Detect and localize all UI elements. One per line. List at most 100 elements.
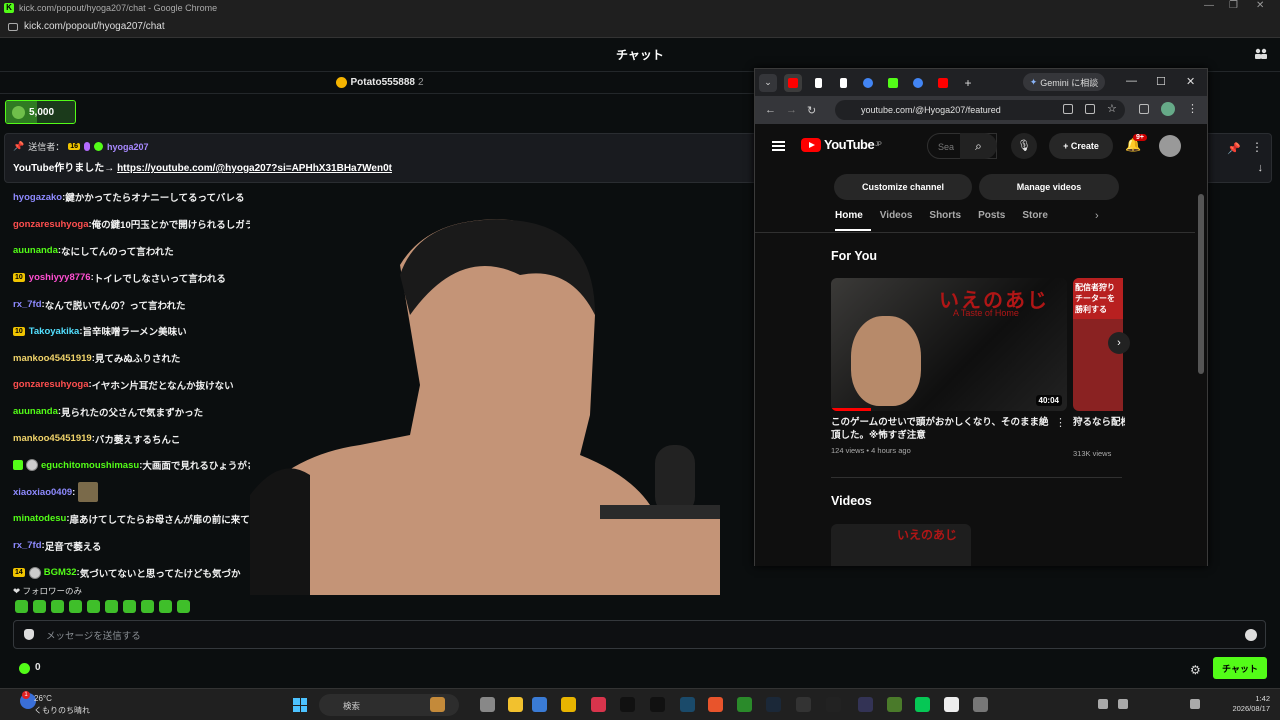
tab-kick[interactable] <box>884 74 902 92</box>
tab-store[interactable]: Store <box>1022 210 1056 231</box>
video-menu-icon[interactable]: ⋮ <box>1055 416 1066 429</box>
chat-username[interactable]: rx_7fd <box>13 540 42 551</box>
emote-6[interactable] <box>105 600 118 613</box>
emote-2[interactable] <box>33 600 46 613</box>
taskbar-file-explorer-icon[interactable] <box>508 697 523 712</box>
pinned-user[interactable]: hyoga207 <box>107 142 149 152</box>
mic-tray-icon[interactable] <box>1118 699 1128 709</box>
chat-username[interactable]: rx_7fd <box>13 299 42 310</box>
new-tab-icon[interactable]: + <box>959 74 977 92</box>
chat-username[interactable]: gonzaresuhyoga <box>13 219 89 230</box>
yt-url[interactable]: youtube.com/@Hyoga207/featured <box>861 105 1001 115</box>
yt-minimize-icon[interactable]: — <box>1126 75 1137 87</box>
install-icon[interactable] <box>1085 104 1095 114</box>
emote-8[interactable] <box>141 600 154 613</box>
unpin-icon[interactable]: 📌 <box>1227 142 1241 155</box>
video-title-2[interactable]: 狩るなら配様に狩らね <box>1073 416 1125 429</box>
taskbar-app-9-icon[interactable] <box>944 697 959 712</box>
site-info-icon[interactable] <box>8 22 18 31</box>
emote-3[interactable] <box>51 600 64 613</box>
profile-icon[interactable] <box>1161 102 1175 116</box>
maximize-icon[interactable]: ❐ <box>1229 0 1238 11</box>
taskbar-tiktok-icon[interactable] <box>620 697 635 712</box>
top-gifter-name[interactable]: Potato555888 <box>350 77 414 88</box>
taskbar-app-7-icon[interactable] <box>826 697 841 712</box>
reload-icon[interactable]: ↻ <box>807 104 816 117</box>
close-icon[interactable]: ✕ <box>1256 0 1264 11</box>
taskbar-app-1-icon[interactable] <box>532 697 547 712</box>
more-options-icon[interactable]: ⋮ <box>1251 140 1263 154</box>
account-avatar[interactable] <box>1159 135 1181 157</box>
chat-username[interactable]: mankoo45451919 <box>13 353 92 364</box>
tab-shorts[interactable]: Shorts <box>929 210 969 231</box>
taskbar-task-view-icon[interactable] <box>480 697 495 712</box>
back-icon[interactable]: ← <box>765 104 776 116</box>
emote-5[interactable] <box>87 600 100 613</box>
emote-10[interactable] <box>177 600 190 613</box>
chat-username[interactable]: xiaoxiao0409 <box>13 487 72 498</box>
tab-videos[interactable]: Videos <box>880 210 921 231</box>
forward-icon[interactable]: → <box>786 104 797 116</box>
taskbar-app-3-icon[interactable] <box>650 697 665 712</box>
taskbar-search-label[interactable]: 検索 <box>343 701 360 711</box>
address-bar[interactable]: kick.com/popout/hyoga207/chat <box>0 16 1280 38</box>
taskbar-app-2-icon[interactable] <box>591 697 606 712</box>
network-icon[interactable] <box>1098 699 1108 709</box>
chat-username[interactable]: Takoyakika <box>29 326 80 337</box>
video-thumbnail-3[interactable]: いえのあじ <box>831 524 971 566</box>
taskbar-widgets-icon[interactable] <box>430 697 445 712</box>
weather-condition[interactable]: くもりのち晴れ <box>34 705 90 716</box>
send-chat-button[interactable]: チャット <box>1213 657 1267 679</box>
carousel-next-icon[interactable]: › <box>1108 332 1130 354</box>
chat-username[interactable]: auunanda <box>13 245 58 256</box>
tab-home[interactable]: Home <box>835 210 871 231</box>
menu-icon[interactable]: ⋮ <box>1187 102 1198 115</box>
taskbar-minecraft-icon[interactable] <box>887 697 902 712</box>
chat-username[interactable]: auunanda <box>13 406 58 417</box>
weather-temp[interactable]: 26°C <box>34 694 52 703</box>
taskbar-line-icon[interactable] <box>915 697 930 712</box>
gemini-button[interactable]: ✦ Gemini に相談 <box>1023 73 1105 91</box>
tab-tiktok-1[interactable] <box>809 74 827 92</box>
yt-maximize-icon[interactable]: ☐ <box>1156 75 1166 88</box>
taskbar-app-6-icon[interactable] <box>796 697 811 712</box>
tab-google-2[interactable] <box>909 74 927 92</box>
video-title-1[interactable]: このゲームのせいで頭がおかしくなり、そのまま絶頂した。※怖すぎ注意 <box>831 416 1049 442</box>
users-icon[interactable] <box>1254 48 1268 60</box>
settings-gear-icon[interactable]: ⚙ <box>1190 663 1201 677</box>
pinned-link[interactable]: https://youtube.com/@hyoga207?si=APHhX31… <box>117 163 392 174</box>
taskbar-brave-icon[interactable] <box>708 697 723 712</box>
yt-scrollbar[interactable] <box>1198 194 1204 374</box>
manage-videos-button[interactable]: Manage videos <box>979 174 1119 200</box>
hamburger-icon[interactable] <box>772 141 785 151</box>
taskbar-settings-icon[interactable] <box>973 697 988 712</box>
chat-username[interactable]: minatodesu <box>13 513 66 524</box>
chat-username[interactable]: mankoo45451919 <box>13 433 92 444</box>
star-icon[interactable]: ☆ <box>1107 102 1117 115</box>
translate-icon[interactable] <box>1063 104 1073 114</box>
chevron-down-icon[interactable]: ↓ <box>1258 162 1264 174</box>
shield-icon[interactable] <box>24 629 34 640</box>
chat-username[interactable]: hyogazako <box>13 192 62 203</box>
mic-icon[interactable]: 🎙 <box>1011 133 1037 159</box>
tab-google-1[interactable] <box>859 74 877 92</box>
volume-icon[interactable] <box>1190 699 1200 709</box>
address-url[interactable]: kick.com/popout/hyoga207/chat <box>24 21 165 32</box>
create-button[interactable]: + Create <box>1049 133 1113 159</box>
youtube-logo[interactable]: YouTube JP <box>801 137 882 152</box>
tab-youtube-2[interactable] <box>934 74 952 92</box>
reading-list-icon[interactable] <box>1139 104 1149 114</box>
chat-username[interactable]: yoshiyyy8776 <box>29 272 91 283</box>
chat-input[interactable]: メッセージを送信する <box>13 620 1266 649</box>
chat-username[interactable]: eguchitomoushimasu <box>41 460 139 471</box>
gemini-label[interactable]: Gemini に相談 <box>1040 76 1098 89</box>
taskbar-app-5-icon[interactable] <box>737 697 752 712</box>
goal-progress[interactable]: 5,000 <box>5 100 76 124</box>
customize-channel-button[interactable]: Customize channel <box>834 174 972 200</box>
yt-search-icon[interactable]: ⌕ <box>960 133 997 159</box>
chat-username[interactable]: gonzaresuhyoga <box>13 379 89 390</box>
tab-tiktok-2[interactable] <box>834 74 852 92</box>
yt-address-bar[interactable]: youtube.com/@Hyoga207/featured <box>835 100 1125 120</box>
minimize-icon[interactable]: — <box>1204 0 1214 11</box>
taskbar-chrome-icon[interactable] <box>561 697 576 712</box>
